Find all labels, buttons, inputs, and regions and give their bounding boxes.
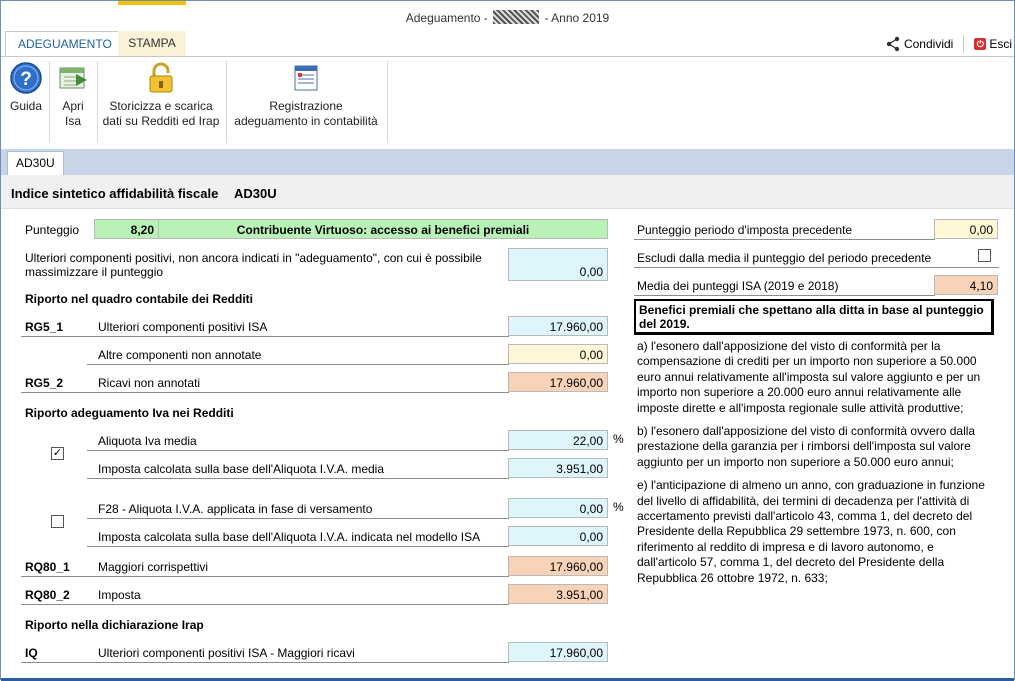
row-underline bbox=[21, 392, 509, 393]
share-icon bbox=[886, 36, 900, 52]
imposta-isa-value: 0,00 bbox=[508, 526, 608, 546]
percent-sign: % bbox=[613, 500, 624, 514]
ribbon-separator bbox=[387, 61, 388, 143]
row-underline bbox=[21, 604, 509, 605]
row-underline bbox=[21, 662, 509, 663]
escludi-label: Escludi dalla media il punteggio del per… bbox=[637, 251, 932, 265]
iq-value: 17.960,00 bbox=[508, 642, 608, 662]
prec-input[interactable]: 0,00 bbox=[934, 219, 998, 239]
punteggio-description: Contribuente Virtuoso: accesso ai benefi… bbox=[158, 219, 608, 239]
rg5-1-value: 17.960,00 bbox=[508, 316, 608, 336]
tab-stampa[interactable]: STAMPA bbox=[118, 31, 186, 56]
escludi-checkbox[interactable] bbox=[978, 249, 991, 262]
exit-button[interactable]: ⏻ Esci bbox=[974, 37, 1012, 51]
benefit-e: e) l'anticipazione di almeno un anno, co… bbox=[637, 478, 985, 585]
row-underline bbox=[87, 518, 509, 519]
iq-label: Ulteriori componenti positivi ISA - Magg… bbox=[98, 646, 355, 660]
benefits-title: Benefici premiali che spettano alla ditt… bbox=[634, 299, 994, 335]
row-underline bbox=[87, 450, 509, 451]
rq80-2-value: 3.951,00 bbox=[508, 584, 608, 604]
rg5-2-label: Ricavi non annotati bbox=[98, 376, 201, 390]
section-irap: Riporto nella dichiarazione Irap bbox=[25, 618, 204, 632]
stampa-tab-accent bbox=[118, 1, 186, 5]
altre-input[interactable]: 0,00 bbox=[508, 344, 608, 364]
ribbon-separator bbox=[97, 61, 98, 143]
aliquota-media-checkbox[interactable]: ✓ bbox=[51, 447, 64, 460]
ribbon-separator bbox=[226, 61, 227, 143]
redacted-name bbox=[493, 10, 540, 24]
actions-separator bbox=[963, 35, 965, 53]
rq80-1-value: 17.960,00 bbox=[508, 556, 608, 576]
help-icon: ? bbox=[10, 62, 42, 94]
imposta-media-value: 3.951,00 bbox=[508, 458, 608, 478]
ribbon-tabs: ADEGUAMENTO STAMPA bbox=[1, 31, 1014, 56]
row-underline bbox=[87, 546, 509, 547]
aliquota-label: Aliquota Iva media bbox=[98, 434, 197, 448]
f28-checkbox[interactable] bbox=[51, 515, 64, 528]
document-tabs-bar: AD30U bbox=[1, 149, 1014, 175]
iq-code: IQ bbox=[25, 646, 38, 660]
benefit-b: b) l'esonero dall'apposizione del visto … bbox=[637, 424, 976, 469]
percent-sign: % bbox=[613, 432, 624, 446]
ribbon: ? Guida Apri Isa Storicizza e scarica da… bbox=[1, 57, 1014, 149]
tab-ad30u[interactable]: AD30U bbox=[7, 151, 64, 175]
row-underline bbox=[21, 576, 509, 577]
rg5-1-label: Ulteriori componenti positivi ISA bbox=[98, 320, 268, 334]
media-value: 4,10 bbox=[934, 275, 998, 295]
punteggio-label: Punteggio bbox=[25, 223, 80, 237]
page-title: Indice sintetico affidabilità fiscale bbox=[11, 186, 219, 201]
row-underline bbox=[87, 364, 509, 365]
page-code: AD30U bbox=[234, 186, 277, 201]
ulteriori-input[interactable]: 0,00 bbox=[508, 248, 608, 281]
padlock-icon bbox=[149, 62, 173, 93]
svg-text:?: ? bbox=[20, 69, 32, 90]
row-underline bbox=[634, 239, 935, 240]
exit-icon: ⏻ bbox=[974, 38, 987, 50]
tab-adeguamento[interactable]: ADEGUAMENTO bbox=[5, 31, 125, 56]
rg5-2-code: RG5_2 bbox=[25, 376, 64, 390]
media-label: Media dei punteggi ISA (2019 e 2018) bbox=[637, 279, 839, 293]
rq80-2-label: Imposta bbox=[98, 588, 141, 602]
section-iva: Riporto adeguamento Iva nei Redditi bbox=[25, 406, 234, 420]
punteggio-value: 8,20 bbox=[94, 219, 159, 239]
rq80-2-code: RQ80_2 bbox=[25, 588, 70, 602]
top-actions: Condividi ⏻ Esci bbox=[885, 35, 1012, 53]
prec-label: Punteggio periodo d'imposta precedente bbox=[637, 223, 853, 237]
imposta-media-label: Imposta calcolata sulla base dell'Aliquo… bbox=[98, 462, 385, 476]
title-bar: Adeguamento - - Anno 2019 bbox=[1, 1, 1014, 31]
rg5-2-value: 17.960,00 bbox=[508, 372, 608, 392]
ulteriori-label-line1: Ulteriori componenti positivi, non ancor… bbox=[25, 251, 482, 265]
section-redditi: Riporto nel quadro contabile dei Redditi bbox=[25, 292, 254, 306]
storicizza-button[interactable]: Storicizza e scarica dati su Redditi ed … bbox=[101, 61, 221, 129]
row-underline bbox=[634, 267, 999, 268]
rq80-1-code: RQ80_1 bbox=[25, 560, 70, 574]
app-window: Adeguamento - - Anno 2019 ADEGUAMENTO ST… bbox=[0, 0, 1015, 681]
f28-label: F28 - Aliquota I.V.A. applicata in fase … bbox=[98, 502, 373, 516]
section-header: Indice sintetico affidabilità fiscale AD… bbox=[1, 175, 1014, 209]
rg5-1-code: RG5_1 bbox=[25, 320, 64, 334]
window-title: Adeguamento - - Anno 2019 bbox=[405, 10, 610, 25]
benefit-a: a) l'esonero dall'apposizione del visto … bbox=[637, 339, 981, 415]
ulteriori-label-line2: massimizzare il punteggio bbox=[25, 265, 164, 279]
imposta-isa-label: Imposta calcolata sulla base dell'Aliquo… bbox=[98, 530, 481, 544]
aliquota-value: 22,00 bbox=[508, 430, 608, 450]
rq80-1-label: Maggiori corrispettivi bbox=[98, 560, 209, 574]
share-button[interactable]: Condividi bbox=[885, 36, 953, 52]
row-underline bbox=[87, 478, 509, 479]
row-underline bbox=[634, 295, 935, 296]
open-isa-icon bbox=[59, 67, 87, 89]
accounting-register-icon bbox=[294, 65, 318, 91]
guida-button[interactable]: ? Guida bbox=[7, 61, 45, 114]
row-underline bbox=[21, 336, 509, 337]
altre-label: Altre componenti non annotate bbox=[98, 348, 262, 362]
apri-isa-button[interactable]: Apri Isa bbox=[53, 61, 93, 129]
f28-value: 0,00 bbox=[508, 498, 608, 518]
benefits-list: a) l'esonero dall'apposizione del visto … bbox=[637, 339, 993, 594]
ribbon-separator bbox=[49, 61, 50, 143]
registrazione-button[interactable]: Registrazione adeguamento in contabilità bbox=[230, 61, 382, 129]
